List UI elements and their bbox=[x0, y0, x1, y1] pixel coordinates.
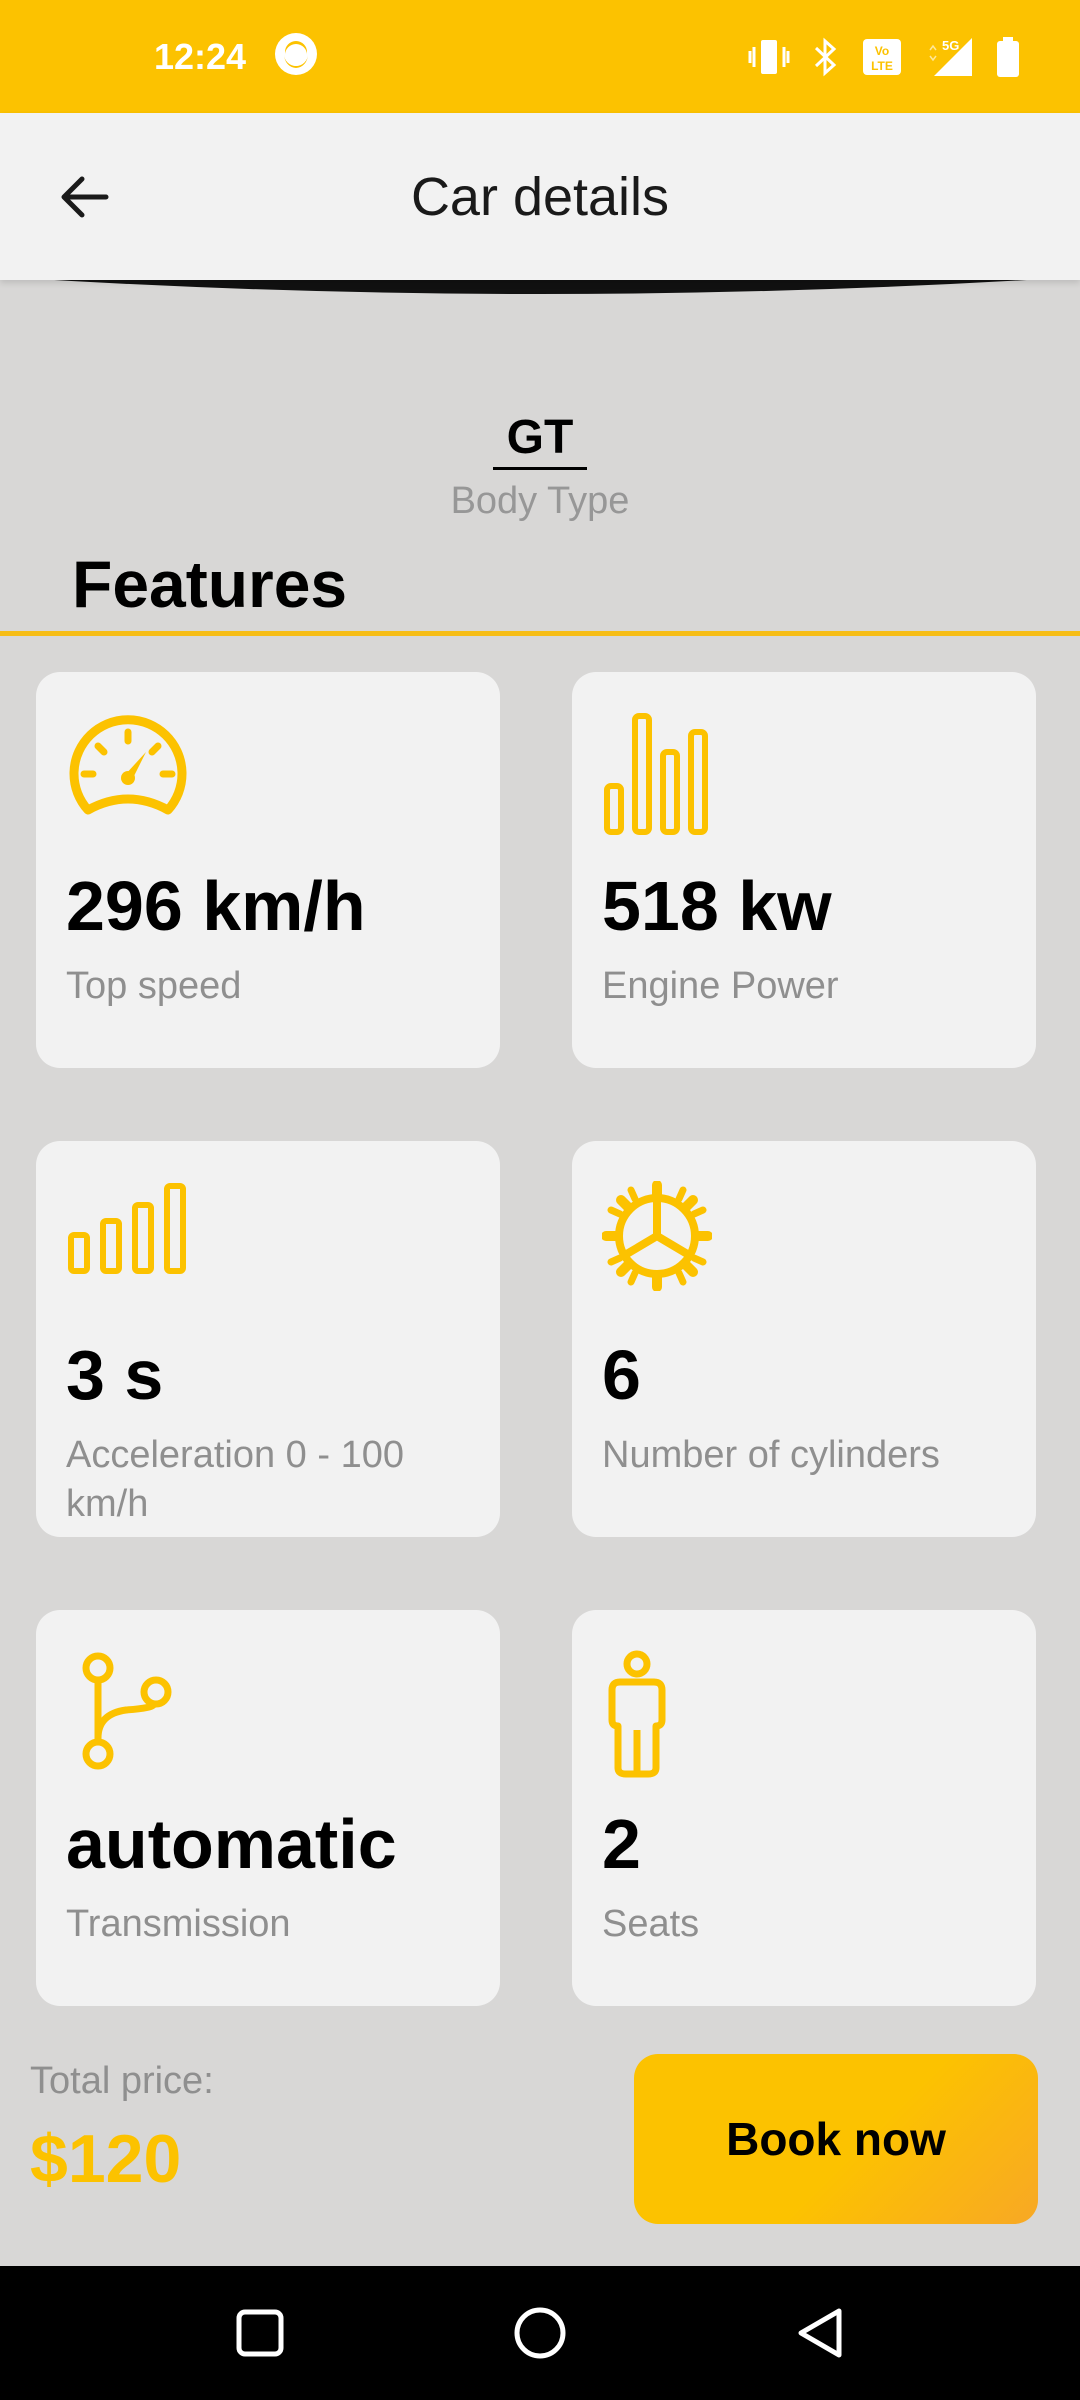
feature-value: 6 bbox=[602, 1336, 641, 1414]
branch-icon bbox=[82, 1652, 172, 1770]
feature-card-engine-power: 518 kw Engine Power bbox=[572, 672, 1036, 1068]
feature-label: Seats bbox=[602, 1902, 700, 1945]
body-type-value: GT bbox=[492, 410, 588, 470]
notification-icon bbox=[272, 30, 320, 83]
feature-card-seats: 2 Seats bbox=[572, 1610, 1036, 2006]
back-button[interactable] bbox=[44, 157, 124, 237]
page-title: Car details bbox=[410, 166, 670, 227]
feature-label: Engine Power bbox=[602, 964, 839, 1007]
total-price-value: $120 bbox=[30, 2121, 182, 2197]
feature-card-acceleration: 3 s Acceleration 0 - 100 km/h bbox=[36, 1141, 500, 1537]
bluetooth-icon bbox=[812, 37, 840, 77]
signal-bars-icon bbox=[68, 1183, 186, 1274]
volte-icon: Vo LTE bbox=[862, 38, 902, 76]
svg-text:LTE: LTE bbox=[871, 59, 893, 73]
system-nav-bar bbox=[0, 2266, 1080, 2400]
recents-button[interactable] bbox=[220, 2293, 300, 2373]
bar-chart-icon bbox=[604, 713, 708, 835]
feature-value: 2 bbox=[602, 1805, 641, 1883]
feature-value: automatic bbox=[66, 1805, 397, 1883]
home-button[interactable] bbox=[500, 2293, 580, 2373]
feature-label: Number of cylinders bbox=[602, 1433, 940, 1476]
feature-label: Acceleration 0 - 100 km/h bbox=[66, 1433, 404, 1525]
svg-text:Vo: Vo bbox=[875, 44, 889, 58]
total-price-label: Total price: bbox=[30, 2060, 214, 2102]
body-type-label: Body Type bbox=[450, 480, 630, 522]
signal-5g-icon: 5G bbox=[924, 36, 974, 78]
speedometer-icon bbox=[69, 715, 187, 815]
battery-icon bbox=[996, 36, 1020, 77]
divider bbox=[0, 631, 1080, 636]
person-icon bbox=[608, 1650, 666, 1778]
body-type: GT Body Type bbox=[0, 410, 1080, 523]
book-now-button[interactable]: Book now bbox=[634, 2054, 1038, 2224]
feature-label: Transmission bbox=[66, 1902, 291, 1945]
back-nav-button[interactable] bbox=[780, 2293, 860, 2373]
feature-card-cylinders: 6 Number of cylinders bbox=[572, 1141, 1036, 1537]
feature-card-transmission: automatic Transmission bbox=[36, 1610, 500, 2006]
feature-value: 518 kw bbox=[602, 867, 832, 945]
features-heading: Features bbox=[72, 547, 348, 621]
status-bar: 12:24 Vo LTE 5G bbox=[0, 0, 1080, 113]
feature-card-top-speed: 296 km/h Top speed bbox=[36, 672, 500, 1068]
gear-icon bbox=[602, 1181, 712, 1291]
feature-value: 296 km/h bbox=[66, 867, 366, 945]
svg-text:5G: 5G bbox=[942, 38, 959, 53]
vibrate-icon bbox=[748, 37, 790, 77]
status-time: 12:24 bbox=[154, 35, 247, 77]
feature-label: Top speed bbox=[66, 964, 242, 1007]
circle-icon bbox=[514, 2307, 566, 2359]
triangle-back-icon bbox=[798, 2308, 842, 2358]
square-icon bbox=[236, 2309, 284, 2357]
arrow-left-icon bbox=[61, 176, 109, 217]
app-bar: Car details bbox=[0, 113, 1080, 280]
feature-value: 3 s bbox=[66, 1336, 164, 1414]
